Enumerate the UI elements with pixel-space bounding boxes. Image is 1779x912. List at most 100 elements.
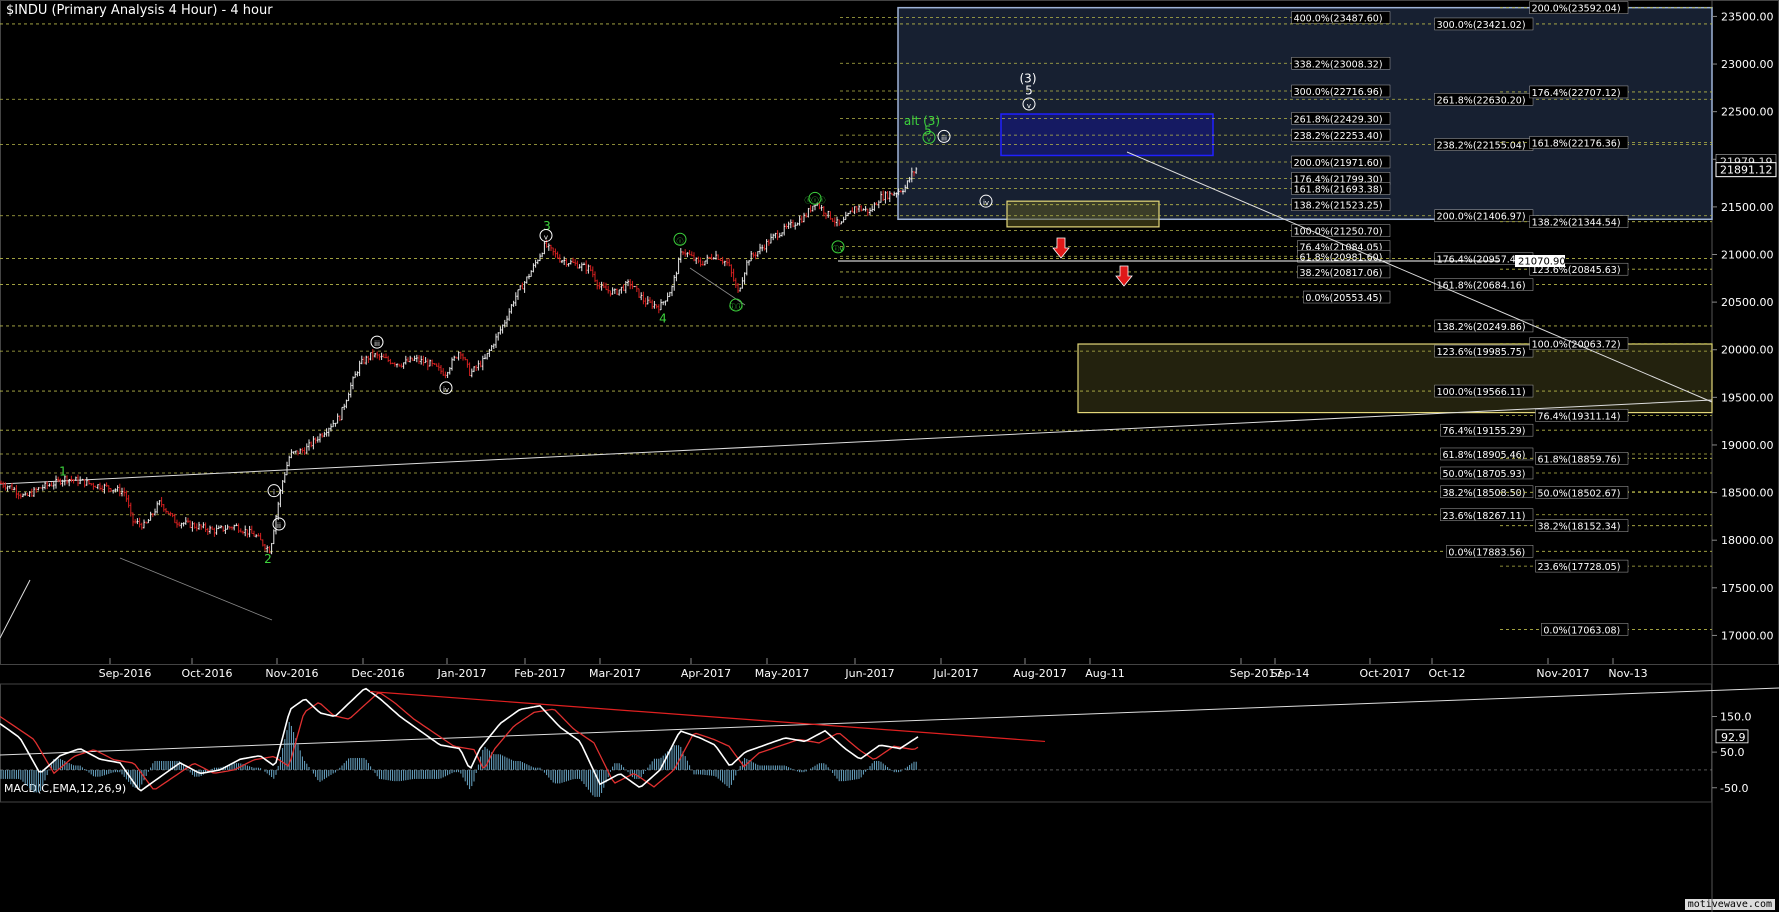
- fib-label: 76.4%(19311.14): [1538, 411, 1621, 422]
- wave-label: 2: [264, 552, 272, 566]
- x-tick-label: Dec-2016: [351, 667, 404, 680]
- fib-label: 238.2%(22253.40): [1294, 131, 1383, 142]
- y-tick-label: 21000.00: [1721, 249, 1774, 262]
- fib-label: 61.8%(20981.60): [1300, 252, 1383, 263]
- fib-label: 200.0%(21971.60): [1294, 158, 1383, 169]
- macd-y-tick-label: -50.0: [1720, 782, 1748, 795]
- x-tick-label: Jun-2017: [844, 667, 894, 680]
- wave-label: ⓘⓘ: [729, 303, 743, 311]
- fib-label: 0.0%(20553.45): [1305, 293, 1382, 304]
- fib-label: 138.2%(20249.86): [1437, 322, 1526, 333]
- fib-label: 161.8%(22176.36): [1532, 138, 1621, 149]
- fib-label: 400.0%(23487.60): [1294, 14, 1383, 25]
- fib-label: 50.0%(18502.67): [1538, 488, 1621, 499]
- fib-label: 338.2%(23008.32): [1294, 59, 1383, 70]
- y-tick-label: 20500.00: [1721, 296, 1774, 309]
- trend-line-edge: [0, 579, 31, 639]
- fib-label: 50.0%(18705.93): [1443, 469, 1526, 480]
- fib-label: 300.0%(23421.02): [1437, 20, 1526, 31]
- trend-line-lower: [0, 687, 1779, 756]
- x-tick-label: Aug-2017: [1013, 667, 1066, 680]
- x-tick-label: Sep-2016: [99, 667, 152, 680]
- fib-label: 23.6%(17728.05): [1538, 562, 1621, 573]
- x-tick-label: Oct-2016: [182, 667, 233, 680]
- wave-label: 4: [659, 311, 667, 325]
- wave-label: iv: [983, 199, 989, 207]
- y-tick-label: 22500.00: [1721, 106, 1774, 119]
- x-tick-label: May-2017: [755, 667, 810, 680]
- fib-label: 200.0%(21406.97): [1437, 212, 1526, 223]
- y-tick-label: 21500.00: [1721, 201, 1774, 214]
- wave-label: ii: [277, 522, 281, 530]
- wave-label: alt (3): [904, 114, 940, 128]
- x-tick-label: Nov-2016: [265, 667, 318, 680]
- macd-y-tick-label: 150.0: [1720, 711, 1752, 724]
- wave-label: v: [927, 135, 931, 143]
- fib-label: 0.0%(17063.08): [1543, 625, 1620, 636]
- macd-current-label: 92.9: [1721, 731, 1746, 744]
- y-tick-label: 20000.00: [1721, 344, 1774, 357]
- y-tick-label: 19500.00: [1721, 391, 1774, 404]
- fib-label: 100.0%(20063.72): [1532, 340, 1621, 351]
- y-tick-label: 23000.00: [1721, 58, 1774, 71]
- x-tick-label: Oct-2017: [1360, 667, 1411, 680]
- fib-label: 38.2%(20817.06): [1300, 268, 1383, 279]
- level-label: 21070.90: [1518, 257, 1566, 268]
- wave-label: ⓘⓘⓘ: [805, 196, 826, 204]
- fib-label: 0.0%(17883.56): [1448, 547, 1525, 558]
- fib-label: 161.8%(21693.38): [1294, 184, 1383, 195]
- fib-label: 261.8%(22630.20): [1437, 95, 1526, 106]
- wave-label: v: [544, 233, 548, 241]
- fib-label: 100.0%(19566.11): [1437, 387, 1526, 398]
- wave-4-support-box: [1077, 343, 1713, 414]
- price-chart[interactable]: 400.0%(23487.60) 338.2%(23008.32) 300.0%(2…: [0, 0, 1779, 912]
- wave-label: iv: [443, 386, 449, 394]
- fib-label: 38.2%(18508.50): [1443, 488, 1526, 499]
- x-tick-label: Jul-2017: [932, 667, 978, 680]
- x-tick-label: Nov-13: [1608, 667, 1647, 680]
- y-tick-label: 19000.00: [1721, 439, 1774, 452]
- y-tick-label: 18500.00: [1721, 487, 1774, 500]
- fib-label: 123.6%(19985.75): [1437, 347, 1526, 358]
- x-tick-label: Feb-2017: [514, 667, 565, 680]
- y-tick-label: 18000.00: [1721, 534, 1774, 547]
- x-tick-label: Jan-2017: [437, 667, 487, 680]
- wave-label: ⓘv: [832, 245, 843, 253]
- fib-label: 61.8%(18905.46): [1443, 450, 1526, 461]
- fib-label: 176.4%(20957.49): [1437, 255, 1526, 266]
- fib-label: 300.0%(22716.96): [1294, 87, 1383, 98]
- x-tick-label: Sep-14: [1271, 667, 1310, 680]
- x-tick-label: Nov-2017: [1536, 667, 1589, 680]
- y-tick-label: 17500.00: [1721, 582, 1774, 595]
- y-tick-label: 17000.00: [1721, 629, 1774, 642]
- x-tick-label: Oct-12: [1429, 667, 1466, 680]
- wave-label: 1: [59, 465, 67, 479]
- wave-label: 5: [1025, 84, 1033, 98]
- wave-label: iii: [941, 134, 947, 142]
- wave-label: i: [273, 489, 275, 497]
- current-price-label: 21891.12: [1720, 164, 1773, 177]
- down-arrow-icon: [1115, 265, 1133, 287]
- fib-label: 61.8%(18859.76): [1538, 454, 1621, 465]
- fib-label: 76.4%(19155.29): [1443, 426, 1526, 437]
- fib-label: 23.6%(18267.11): [1443, 511, 1526, 522]
- fib-label: 261.8%(22429.30): [1294, 114, 1383, 125]
- macd-trend-line: [369, 690, 1046, 743]
- fib-label: 100.0%(21250.70): [1294, 227, 1383, 238]
- macd-y-tick-label: 50.0: [1720, 746, 1745, 759]
- fib-label: 200.0%(23592.04): [1532, 4, 1621, 15]
- x-tick-label: Aug-11: [1085, 667, 1124, 680]
- channel-line: [119, 557, 273, 621]
- fib-label: 38.2%(18152.34): [1538, 522, 1621, 533]
- wave-label: iii: [374, 340, 380, 348]
- wave-label: ⓘ: [677, 237, 684, 245]
- fib-label: 138.2%(21523.25): [1294, 201, 1383, 212]
- macd-panel-border: [0, 683, 1712, 803]
- fib-label: 138.2%(21344.54): [1532, 218, 1621, 229]
- y-tick-label: 23500.00: [1721, 10, 1774, 23]
- x-tick-label: Apr-2017: [681, 667, 731, 680]
- x-tick-label: Mar-2017: [589, 667, 641, 680]
- wave-label: v: [1027, 102, 1031, 110]
- fib-label: 176.4%(22707.12): [1532, 88, 1621, 99]
- down-arrow-icon: [1052, 237, 1070, 259]
